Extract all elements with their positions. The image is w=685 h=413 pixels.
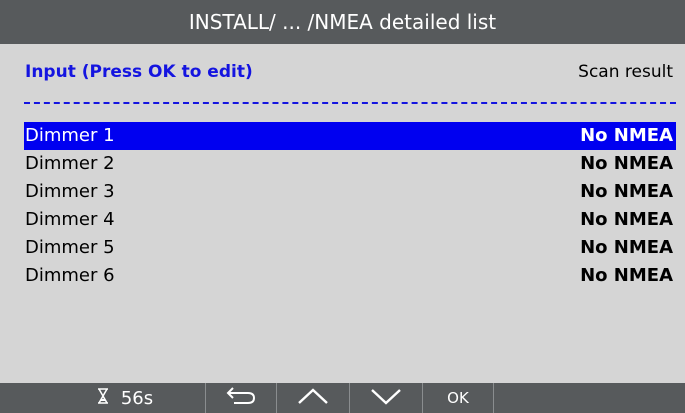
list-item-dimmer-5[interactable]: Dimmer 5 No NMEA [24,234,676,262]
list-item-dimmer-3[interactable]: Dimmer 3 No NMEA [24,178,676,206]
input-name: Dimmer 3 [25,181,115,202]
input-name: Dimmer 4 [25,209,115,230]
input-name: Dimmer 5 [25,237,115,258]
timer-value: 56s [120,387,154,409]
input-name: Dimmer 6 [25,265,115,286]
list-item-dimmer-1[interactable]: Dimmer 1 No NMEA [24,122,676,150]
scan-status: No NMEA [580,153,673,174]
soft-key-bar: 56s OK [0,383,685,413]
input-name: Dimmer 2 [25,153,115,174]
ok-label: OK [447,389,469,407]
ok-button[interactable]: OK [423,383,493,413]
list-item-dimmer-2[interactable]: Dimmer 2 No NMEA [24,150,676,178]
divider [493,383,494,413]
down-button[interactable] [350,383,422,413]
back-button[interactable] [206,383,276,413]
nmea-list: Dimmer 1 No NMEA Dimmer 2 No NMEA Dimmer… [24,122,676,290]
up-button[interactable] [277,383,349,413]
header-divider [24,102,676,104]
title-bar: INSTALL/ ... /NMEA detailed list [0,0,685,44]
input-name: Dimmer 1 [25,125,115,146]
chevron-up-icon [297,387,329,409]
scan-status: No NMEA [580,237,673,258]
scan-status: No NMEA [580,181,673,202]
chevron-down-icon [370,387,402,409]
hourglass-icon [97,388,109,408]
list-item-dimmer-4[interactable]: Dimmer 4 No NMEA [24,206,676,234]
timer-display: 56s [50,383,200,413]
column-header-input: Input (Press OK to edit) [25,62,253,82]
back-arrow-icon [224,387,258,409]
list-item-dimmer-6[interactable]: Dimmer 6 No NMEA [24,262,676,290]
column-header-scan-result: Scan result [578,62,673,82]
scan-status: No NMEA [580,209,673,230]
scan-status: No NMEA [580,125,673,146]
scan-status: No NMEA [580,265,673,286]
page-title: INSTALL/ ... /NMEA detailed list [188,10,497,34]
